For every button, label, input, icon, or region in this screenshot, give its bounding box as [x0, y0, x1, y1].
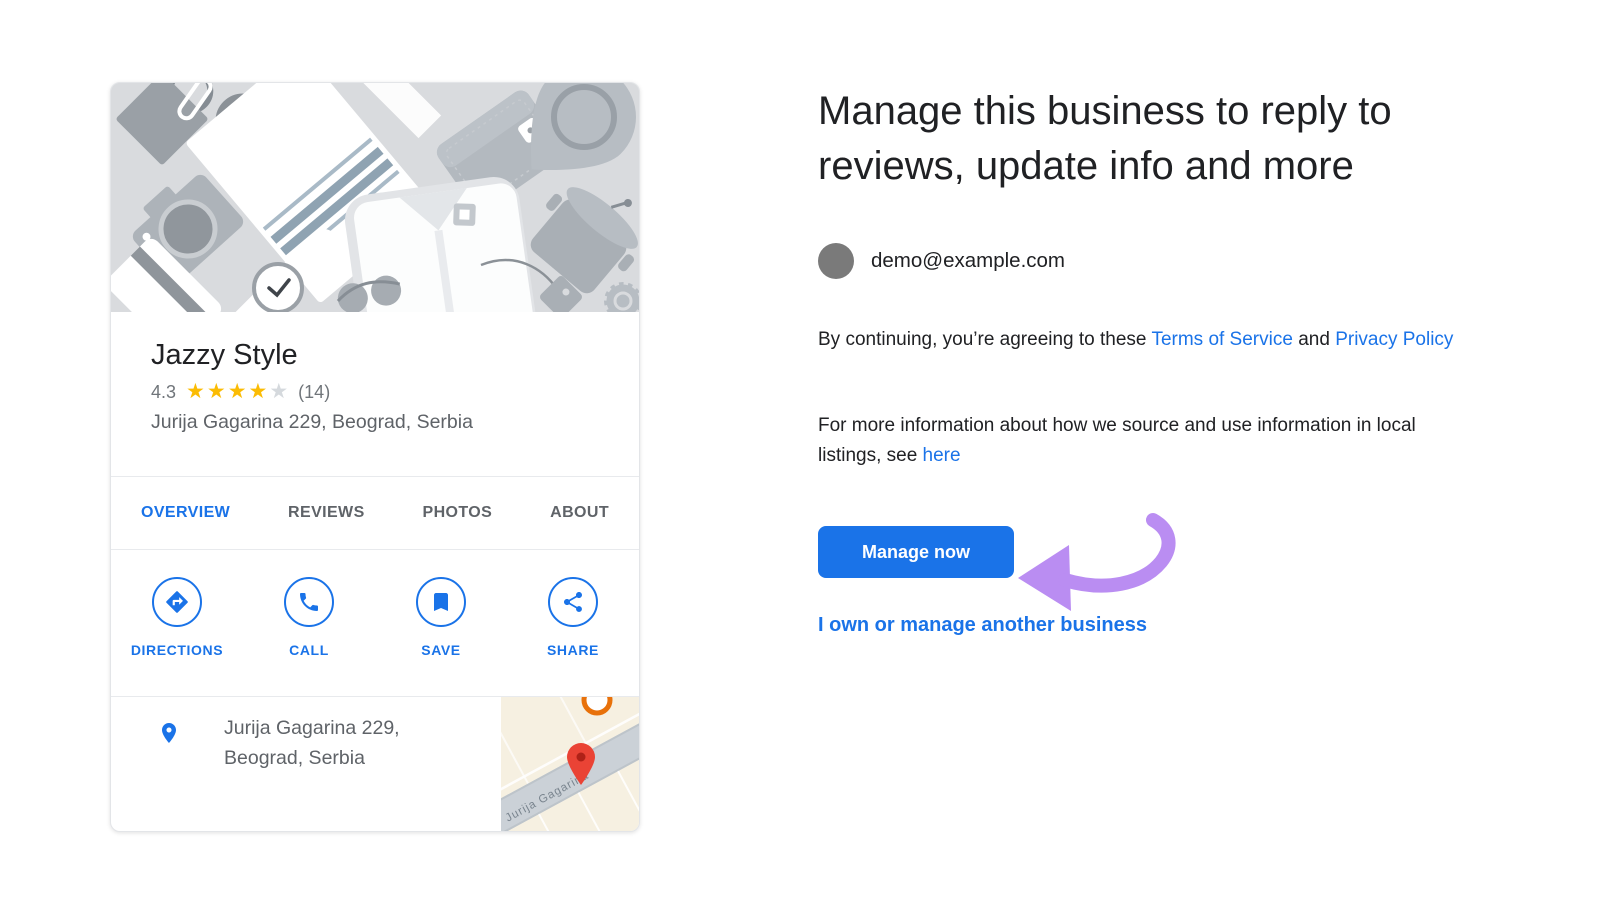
location-address: Jurija Gagarina 229, Beograd, Serbia	[224, 713, 400, 773]
star-filled-icon: ★	[249, 380, 270, 403]
save-button[interactable]: SAVE	[375, 577, 507, 696]
location-address-line1: Jurija Gagarina 229,	[224, 713, 400, 743]
star-filled-icon: ★	[186, 380, 207, 403]
tab-reviews[interactable]: REVIEWS	[288, 504, 365, 522]
location-address-line2: Beograd, Serbia	[224, 743, 400, 773]
call-icon	[284, 577, 334, 627]
tab-about[interactable]: ABOUT	[550, 504, 609, 522]
call-label: CALL	[243, 642, 375, 658]
manage-now-button[interactable]: Manage now	[818, 526, 1014, 578]
star-filled-icon: ★	[228, 380, 249, 403]
another-business-link[interactable]: I own or manage another business	[818, 614, 1147, 637]
save-icon	[416, 577, 466, 627]
rating-row: 4.3 ★★★★★ (14)	[151, 381, 639, 403]
page-title: Manage this business to reply to reviews…	[818, 84, 1478, 194]
here-link[interactable]: here	[923, 445, 961, 466]
terms-of-service-link[interactable]: Terms of Service	[1151, 329, 1292, 350]
directions-button[interactable]: DIRECTIONS	[111, 577, 243, 696]
share-icon	[548, 577, 598, 627]
save-label: SAVE	[375, 642, 507, 658]
location-section: Jurija Gagarina 229, Beograd, Serbia	[111, 696, 639, 832]
mini-map[interactable]: Jurija Gagarina	[501, 697, 639, 832]
action-bar: DIRECTIONS CALL SAVE SHARE	[111, 549, 639, 696]
rating-value: 4.3	[151, 382, 176, 403]
tab-photos[interactable]: PHOTOS	[423, 504, 493, 522]
directions-label: DIRECTIONS	[111, 642, 243, 658]
tab-bar: OVERVIEW REVIEWS PHOTOS ABOUT	[111, 476, 639, 549]
business-preview-card: Jazzy Style 4.3 ★★★★★ (14) Jurija Gagari…	[110, 82, 640, 832]
terms-prefix: By continuing, you’re agreeing to these	[818, 329, 1151, 350]
terms-separator: and	[1293, 329, 1335, 350]
terms-text: By continuing, you’re agreeing to these …	[818, 325, 1478, 355]
star-rating: ★★★★★	[186, 381, 290, 403]
banner-illustration	[111, 83, 640, 312]
tab-overview[interactable]: OVERVIEW	[141, 504, 230, 522]
star-empty-icon: ★	[269, 380, 290, 403]
call-button[interactable]: CALL	[243, 577, 375, 696]
business-info-section: Jazzy Style 4.3 ★★★★★ (14) Jurija Gagari…	[111, 312, 639, 476]
account-email: demo@example.com	[871, 249, 1065, 273]
business-name: Jazzy Style	[151, 338, 639, 372]
privacy-policy-link[interactable]: Privacy Policy	[1335, 329, 1453, 350]
share-button[interactable]: SHARE	[507, 577, 639, 696]
business-address: Jurija Gagarina 229, Beograd, Serbia	[151, 411, 639, 434]
review-count: (14)	[298, 382, 330, 403]
info-prefix: For more information about how we source…	[818, 415, 1416, 466]
star-filled-icon: ★	[207, 380, 228, 403]
directions-icon	[152, 577, 202, 627]
location-pin-icon	[157, 717, 181, 754]
avatar	[818, 243, 854, 279]
info-text: For more information about how we source…	[818, 411, 1463, 471]
share-label: SHARE	[507, 642, 639, 658]
account-row: demo@example.com	[818, 243, 1478, 279]
manage-panel: Manage this business to reply to reviews…	[818, 84, 1478, 637]
poi-marker-icon	[584, 697, 610, 713]
